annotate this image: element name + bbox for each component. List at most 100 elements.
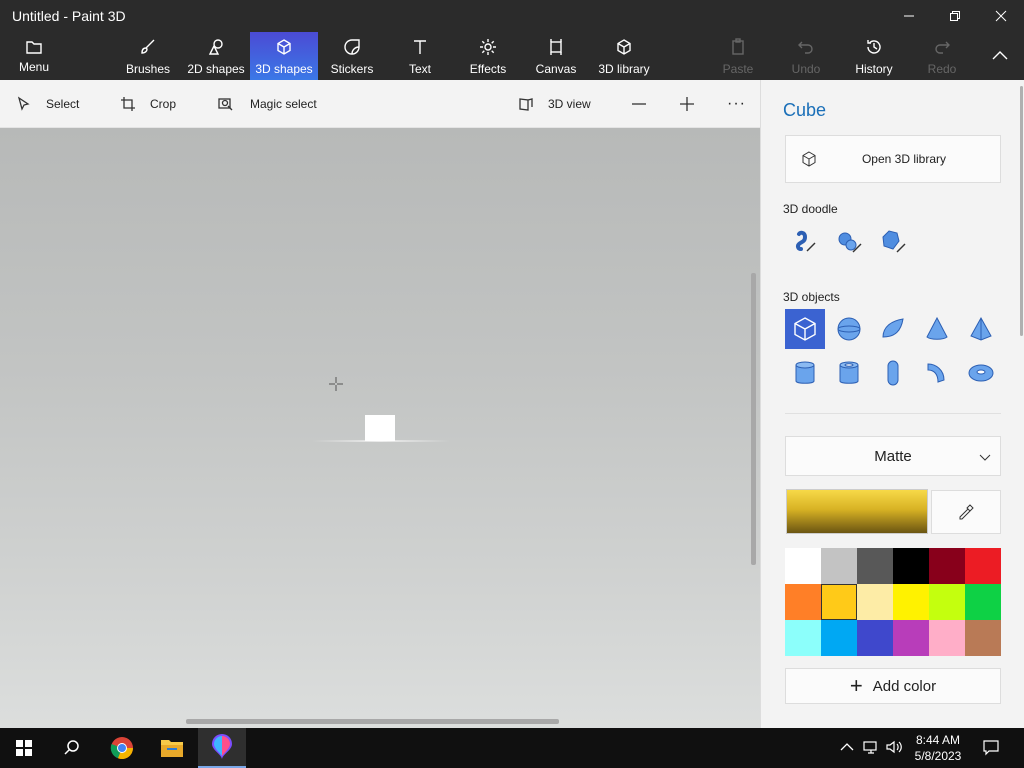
palette-swatch[interactable]	[965, 548, 1001, 584]
sharp-edge-doodle-button[interactable]	[785, 221, 825, 261]
undo-button[interactable]: Undo	[784, 32, 828, 80]
3d-view-label: 3D view	[548, 97, 591, 111]
plus-icon: +	[849, 673, 863, 698]
cube-shape-button[interactable]	[785, 309, 825, 349]
volume-button[interactable]	[885, 738, 903, 756]
cube-object[interactable]	[365, 415, 395, 441]
sphere-shape-button[interactable]	[829, 309, 869, 349]
panel-scrollbar[interactable]	[1020, 86, 1023, 336]
tab-3d-library[interactable]: 3D library	[596, 32, 652, 80]
cylinder-shape-button[interactable]	[785, 353, 825, 393]
crop-icon	[121, 97, 135, 111]
sticker-icon	[344, 39, 360, 55]
history-button[interactable]: History	[850, 32, 898, 80]
menu-label: Menu	[18, 60, 50, 74]
redo-button[interactable]: Redo	[920, 32, 964, 80]
start-button[interactable]	[0, 728, 48, 768]
collapse-ribbon-button[interactable]	[980, 32, 1020, 80]
close-icon	[995, 10, 1007, 22]
tab-canvas[interactable]: Canvas	[534, 32, 578, 80]
palette-swatch[interactable]	[929, 548, 965, 584]
tab-3d-shapes[interactable]: 3D shapes	[250, 32, 318, 80]
paint-3d-taskbar-button[interactable]	[198, 728, 246, 768]
tab-stickers[interactable]: Stickers	[326, 32, 378, 80]
minimize-button[interactable]	[886, 0, 932, 32]
chevron-up-icon	[840, 743, 854, 751]
tab-2d-shapes[interactable]: 2D shapes	[184, 32, 248, 80]
open-3d-library-button[interactable]: Open 3D library	[785, 135, 1001, 183]
tab-2d-shapes-label: 2D shapes	[187, 62, 245, 76]
palette-swatch[interactable]	[929, 584, 965, 620]
eyedropper-button[interactable]	[931, 490, 1001, 534]
magic-select-icon	[218, 98, 233, 111]
current-color-swatch[interactable]	[786, 489, 928, 534]
notifications-button[interactable]	[982, 738, 1000, 756]
close-button[interactable]	[978, 0, 1024, 32]
system-clock[interactable]: 8:44 AM 5/8/2023	[906, 732, 970, 764]
tab-stickers-label: Stickers	[330, 62, 374, 76]
3d-objects-label: 3D objects	[783, 290, 840, 304]
file-explorer-taskbar-button[interactable]	[148, 728, 196, 768]
palette-swatch[interactable]	[785, 584, 821, 620]
tube-doodle-button[interactable]	[873, 221, 913, 261]
add-color-button[interactable]: + Add color	[785, 668, 1001, 704]
network-button[interactable]	[862, 738, 880, 756]
select-tool[interactable]: Select	[16, 80, 79, 128]
palette-swatch[interactable]	[929, 620, 965, 656]
capsule-shape-button[interactable]	[873, 353, 913, 393]
tab-brushes[interactable]: Brushes	[122, 32, 174, 80]
minus-icon	[632, 103, 646, 105]
vertical-scrollbar[interactable]	[751, 273, 756, 565]
restore-icon	[950, 11, 960, 21]
windows-logo-icon	[16, 740, 32, 756]
palette-swatch[interactable]	[857, 584, 893, 620]
clock-date: 5/8/2023	[914, 749, 962, 763]
horizontal-scrollbar[interactable]	[186, 719, 559, 724]
tab-effects[interactable]: Effects	[466, 32, 510, 80]
pyramid-icon	[970, 316, 992, 341]
sun-icon	[480, 39, 496, 55]
taskbar: 8:44 AM 5/8/2023	[0, 728, 1024, 768]
menu-button[interactable]: Menu	[10, 32, 58, 80]
palette-swatch[interactable]	[821, 584, 857, 620]
palette-swatch[interactable]	[785, 548, 821, 584]
curved-tube-shape-button[interactable]	[917, 353, 957, 393]
more-options-button[interactable]: ···	[727, 80, 746, 128]
donut-shape-button[interactable]	[961, 353, 1001, 393]
pyramid-shape-button[interactable]	[961, 309, 1001, 349]
soft-edge-doodle-button[interactable]	[829, 221, 869, 261]
tube-icon	[839, 361, 859, 384]
palette-swatch[interactable]	[857, 548, 893, 584]
show-hidden-icons-button[interactable]	[838, 738, 856, 756]
palette-swatch[interactable]	[893, 620, 929, 656]
palette-swatch[interactable]	[821, 548, 857, 584]
tube-doodle-icon	[882, 230, 906, 253]
palette-swatch[interactable]	[965, 620, 1001, 656]
3d-library-icon	[802, 151, 816, 167]
redo-label: Redo	[927, 62, 957, 76]
speaker-icon	[886, 740, 902, 754]
palette-swatch[interactable]	[965, 584, 1001, 620]
palette-swatch[interactable]	[893, 548, 929, 584]
zoom-in-button[interactable]	[679, 80, 695, 128]
crop-tool[interactable]: Crop	[120, 80, 176, 128]
ribbon: Menu Brushes 2D shapes 3D shapes Sticker…	[0, 32, 1024, 80]
tab-text[interactable]: Text	[398, 32, 442, 80]
drawing-canvas[interactable]	[0, 128, 760, 728]
zoom-out-button[interactable]	[631, 80, 647, 128]
paste-button[interactable]: Paste	[716, 32, 760, 80]
search-button[interactable]	[48, 728, 96, 768]
material-dropdown[interactable]: Matte	[785, 436, 1001, 476]
3d-view-toggle[interactable]: 3D view	[518, 80, 591, 128]
magic-select-tool[interactable]: Magic select	[218, 80, 317, 128]
palette-swatch[interactable]	[821, 620, 857, 656]
palette-swatch[interactable]	[785, 620, 821, 656]
tube-shape-button[interactable]	[829, 353, 869, 393]
restore-button[interactable]	[932, 0, 978, 32]
paste-icon	[732, 38, 744, 55]
hemisphere-shape-button[interactable]	[873, 309, 913, 349]
palette-swatch[interactable]	[857, 620, 893, 656]
cone-shape-button[interactable]	[917, 309, 957, 349]
chrome-taskbar-button[interactable]	[98, 728, 146, 768]
palette-swatch[interactable]	[893, 584, 929, 620]
